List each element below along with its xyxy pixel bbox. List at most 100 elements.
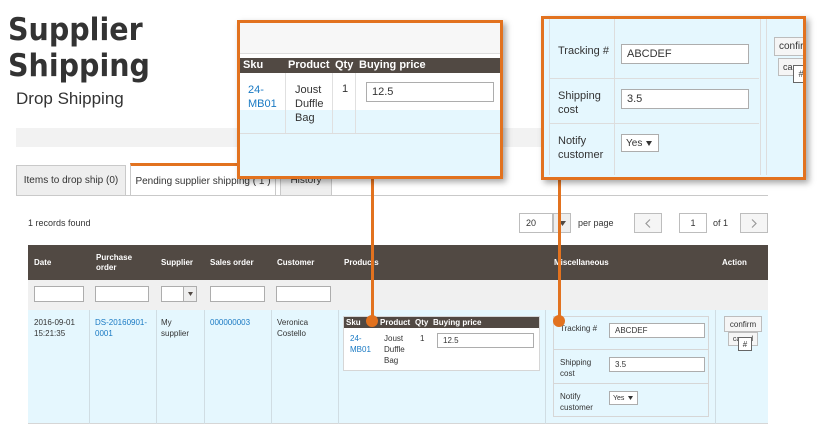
filter-sales-order-input[interactable] xyxy=(210,286,265,302)
zoom-shipping-cost-input[interactable]: 3.5 xyxy=(621,89,749,109)
column-divider xyxy=(156,310,157,424)
page-number-input[interactable]: 1 xyxy=(679,213,707,233)
divider xyxy=(549,78,759,79)
zoom-product-name: Joust Duffle Bag xyxy=(295,84,324,124)
column-divider xyxy=(89,310,90,424)
zoom-qty: 1 xyxy=(342,83,349,95)
next-page-button[interactable] xyxy=(740,213,768,233)
subheader-sku: Sku xyxy=(346,318,361,327)
zoom-header-buying-price: Buying price xyxy=(359,59,426,71)
notify-customer-value: Yes xyxy=(613,394,625,402)
cell-supplier: My supplier xyxy=(161,318,190,338)
subheader-qty: Qty xyxy=(415,318,429,327)
notify-customer-select[interactable]: Yes xyxy=(609,391,638,405)
cursor-icon: # xyxy=(738,337,752,351)
tracking-input[interactable]: ABCDEF xyxy=(609,323,705,338)
product-sku-link[interactable]: 24-MB01 xyxy=(350,333,378,355)
column-divider xyxy=(715,310,716,424)
column-customer[interactable]: Customer xyxy=(277,245,332,280)
subheader-product: Product xyxy=(380,318,411,327)
divider xyxy=(554,383,708,384)
zoom-callout-misc: Tracking # ABCDEF Shipping cost 3.5 Noti… xyxy=(541,16,806,180)
column-date[interactable]: Date xyxy=(34,245,84,280)
column-products[interactable]: Products xyxy=(344,245,404,280)
divider xyxy=(332,73,333,133)
column-supplier[interactable]: Supplier xyxy=(161,245,201,280)
zoom-buying-price-input[interactable]: 12.5 xyxy=(366,82,494,102)
filter-date-input[interactable] xyxy=(34,286,84,302)
column-action[interactable]: Action xyxy=(722,245,762,280)
zoom-tracking-input[interactable]: ABCDEF xyxy=(621,44,749,64)
column-divider xyxy=(338,310,339,424)
cell-sales-order-link[interactable]: 000000003 xyxy=(210,317,268,328)
divider xyxy=(240,133,500,134)
chevron-down-icon xyxy=(183,287,196,301)
chevron-left-icon xyxy=(645,218,651,228)
product-name: Joust Duffle Bag xyxy=(384,334,405,365)
zoom-connector-misc xyxy=(558,178,561,321)
shipping-cost-label: Shipping cost xyxy=(560,358,592,378)
chevron-down-icon xyxy=(628,396,634,400)
zoom-tracking-label: Tracking # xyxy=(558,45,609,57)
column-divider xyxy=(545,310,546,424)
chevron-right-icon xyxy=(751,218,757,228)
zoom-connector-products xyxy=(371,178,374,321)
cursor-label: # xyxy=(742,339,748,349)
column-divider xyxy=(204,310,205,424)
grid-header: Date Purchase order Supplier Sales order… xyxy=(28,245,768,280)
page-title: Supplier Shipping xyxy=(8,12,150,84)
grid-filter-row xyxy=(28,280,768,310)
per-page-select[interactable]: 20 xyxy=(519,213,553,233)
cell-customer: Veronica Costello xyxy=(277,318,309,338)
tab-underline xyxy=(16,195,768,196)
zoom-notify-customer-label: Notify customer xyxy=(558,135,604,161)
records-found: 1 records found xyxy=(28,218,91,228)
tab-items-to-drop-ship[interactable]: Items to drop ship (0) xyxy=(16,165,126,196)
confirm-button[interactable]: confirm xyxy=(724,316,762,332)
zoom-confirm-button[interactable]: confirm xyxy=(774,37,803,56)
zoom-anchor-products xyxy=(366,315,378,327)
zoom-cursor-icon: # xyxy=(793,65,804,83)
page-title-line2: Shipping xyxy=(8,48,150,84)
tracking-label: Tracking # xyxy=(560,324,598,333)
zoom-header-product: Product xyxy=(288,59,330,71)
zoom-cursor-label: # xyxy=(798,69,804,79)
subheader-buying-price: Buying price xyxy=(433,318,482,327)
zoom-products-top xyxy=(240,23,500,54)
notify-customer-label: Notify customer xyxy=(560,392,593,412)
misc-subtable: Tracking # ABCDEF Shipping cost 3.5 Noti… xyxy=(553,316,709,417)
divider xyxy=(549,123,759,124)
zoom-sku-link[interactable]: 24-MB01 xyxy=(248,83,282,111)
shipping-cost-input[interactable]: 3.5 xyxy=(609,357,705,372)
table-row: 2016-09-01 15:21:35 DS-20160901-0001 My … xyxy=(28,310,768,424)
zoom-header-sku: Sku xyxy=(243,59,264,71)
zoom-notify-customer-select[interactable]: Yes xyxy=(621,134,659,152)
zoom-notify-customer-value: Yes xyxy=(626,137,643,149)
divider xyxy=(355,73,356,133)
product-qty: 1 xyxy=(420,334,425,343)
per-page-dropdown-button[interactable] xyxy=(553,213,571,233)
zoom-products-header: Sku Product Qty Buying price xyxy=(240,58,500,73)
cell-date: 2016-09-01 15:21:35 xyxy=(34,318,75,338)
filter-customer-input[interactable] xyxy=(276,286,331,302)
filter-purchase-order-input[interactable] xyxy=(95,286,149,302)
prev-page-button[interactable] xyxy=(634,213,662,233)
divider xyxy=(766,19,767,175)
column-sales-order[interactable]: Sales order xyxy=(210,245,265,280)
column-miscellaneous[interactable]: Miscellaneous xyxy=(554,245,634,280)
filter-supplier-select[interactable] xyxy=(161,286,197,302)
column-purchase-order[interactable]: Purchase order xyxy=(96,245,148,280)
per-page-label: per page xyxy=(578,218,614,228)
zoom-shipping-cost-label: Shipping cost xyxy=(558,90,601,116)
page-count: of 1 xyxy=(713,218,729,228)
column-divider xyxy=(271,310,272,424)
zoom-anchor-misc xyxy=(553,315,565,327)
divider xyxy=(554,349,708,350)
zoom-callout-products: Sku Product Qty Buying price 24-MB01 Jou… xyxy=(237,20,503,179)
page-subtitle: Drop Shipping xyxy=(16,89,124,108)
chevron-down-icon xyxy=(646,140,653,146)
buying-price-input[interactable]: 12.5 xyxy=(437,333,534,348)
cell-purchase-order-link[interactable]: DS-20160901-0001 xyxy=(95,317,153,339)
divider xyxy=(285,73,286,133)
zoom-header-qty: Qty xyxy=(335,59,354,71)
